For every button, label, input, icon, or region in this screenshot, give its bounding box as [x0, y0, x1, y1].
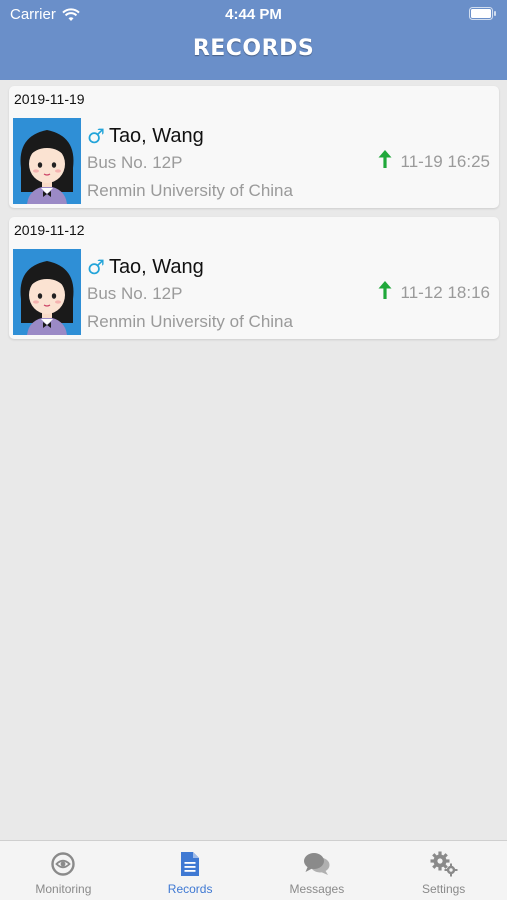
- status-bar: Carrier 4:44 PM: [0, 0, 507, 28]
- arrow-up-icon: [377, 149, 393, 174]
- tab-bar: Monitoring Records Messages Settings: [0, 840, 507, 900]
- status-time: 4:44 PM: [225, 6, 282, 23]
- school-name: Renmin University of China: [87, 181, 293, 200]
- school-name: Renmin University of China: [87, 312, 293, 331]
- tab-monitoring-label: Monitoring: [35, 882, 92, 896]
- bus-number: Bus No. 12P: [87, 153, 183, 172]
- record-date: 2019-11-19: [14, 91, 85, 107]
- arrow-up-icon: [377, 280, 393, 305]
- tab-records[interactable]: Records: [127, 841, 254, 900]
- record-date: 2019-11-12: [14, 222, 85, 238]
- tab-records-label: Records: [167, 882, 213, 896]
- monitoring-icon: [50, 851, 76, 882]
- male-icon: ♂: [87, 124, 105, 148]
- tab-settings[interactable]: Settings: [380, 841, 507, 900]
- records-icon: [179, 851, 201, 882]
- messages-icon: [303, 851, 331, 882]
- student-name-row: ♂ Tao, Wang: [87, 124, 204, 148]
- student-name: Tao, Wang: [108, 255, 204, 278]
- male-icon: ♂: [87, 255, 105, 279]
- header-bar: Carrier 4:44 PM RECORDS: [0, 0, 507, 80]
- tab-messages[interactable]: Messages: [254, 841, 381, 900]
- avatar: [13, 249, 81, 335]
- page-title: RECORDS: [192, 36, 315, 61]
- student-name-row: ♂ Tao, Wang: [87, 255, 204, 279]
- tab-settings-label: Settings: [421, 882, 466, 896]
- record-card[interactable]: 2019-11-12 ♂ Tao, Wang Bus No. 12P Renmi…: [9, 217, 499, 339]
- records-list: 2019-11-19 ♂ Tao, Wang Bus No. 12P Renmi…: [9, 86, 499, 348]
- boarding-time-row: 11-12 18:16: [377, 280, 490, 305]
- student-name: Tao, Wang: [108, 124, 204, 147]
- boarding-time: 11-19 16:25: [400, 151, 490, 171]
- settings-icon: [430, 851, 458, 882]
- bus-number: Bus No. 12P: [87, 284, 183, 303]
- tab-messages-label: Messages: [289, 882, 345, 896]
- tab-monitoring[interactable]: Monitoring: [0, 841, 127, 900]
- boarding-time: 11-12 18:16: [400, 282, 490, 302]
- battery-icon: [469, 7, 497, 24]
- record-card[interactable]: 2019-11-19 ♂ Tao, Wang Bus No. 12P Renmi…: [9, 86, 499, 208]
- boarding-time-row: 11-19 16:25: [377, 149, 490, 174]
- avatar: [13, 118, 81, 204]
